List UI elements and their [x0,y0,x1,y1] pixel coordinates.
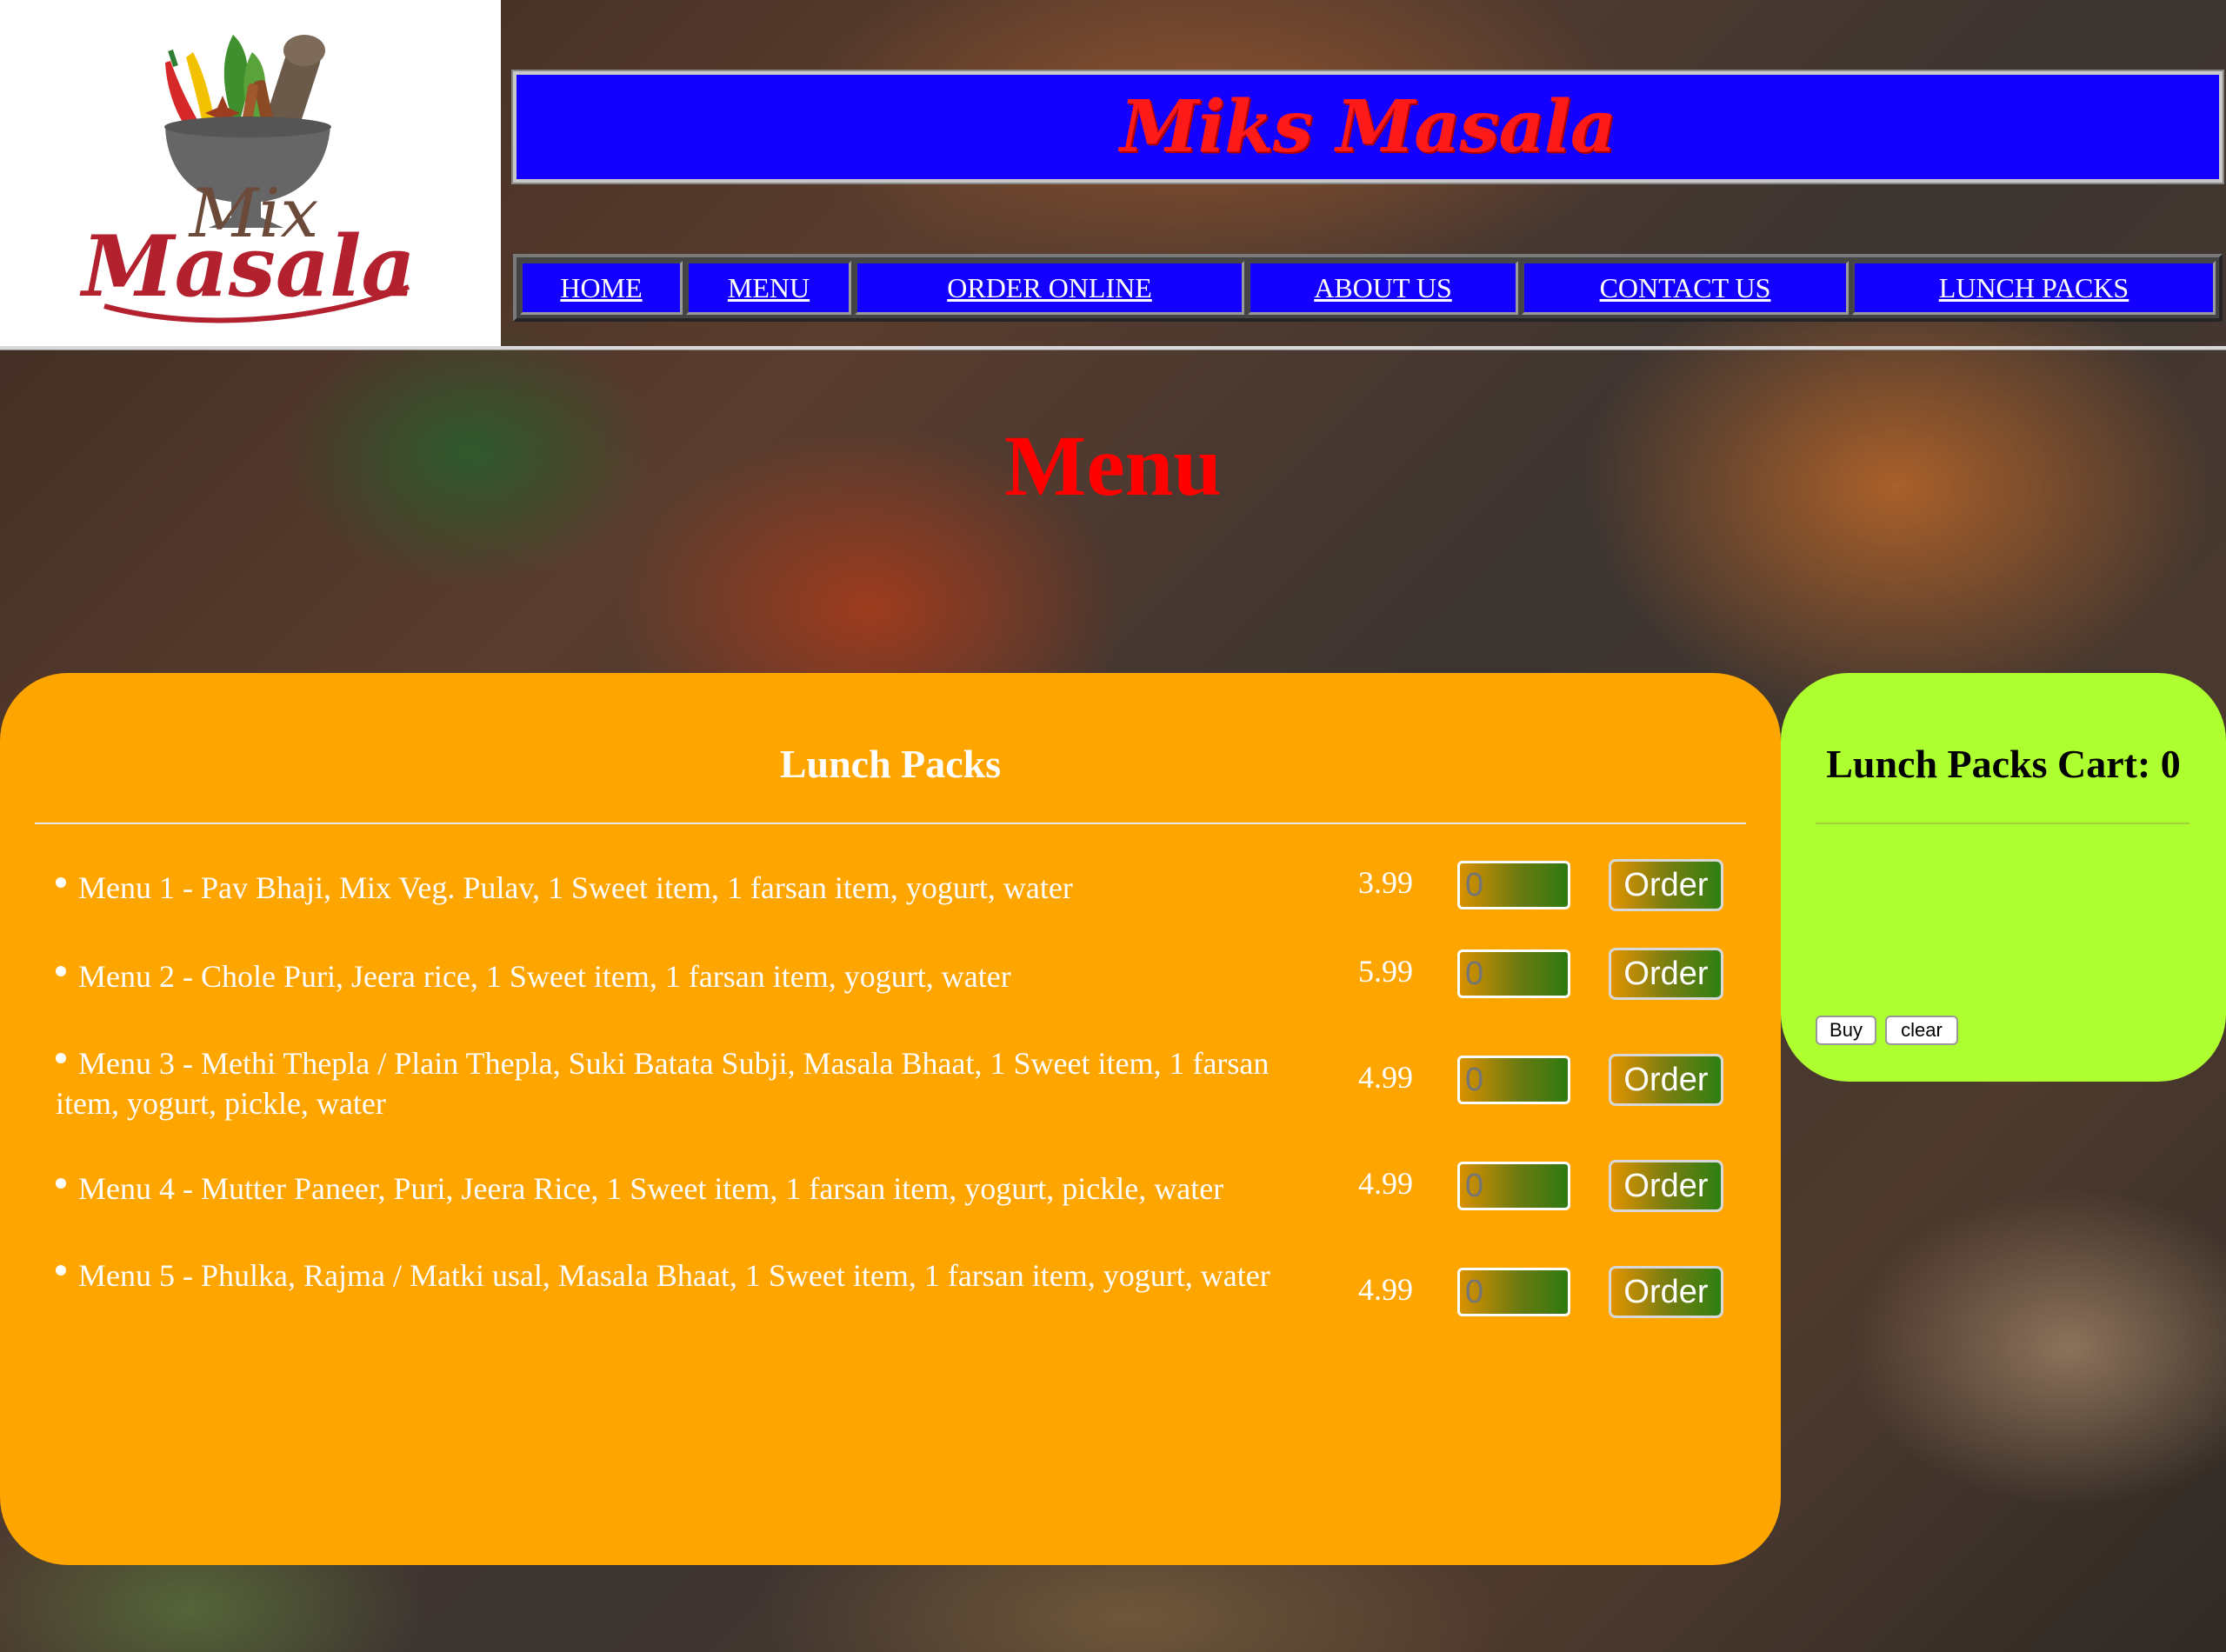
clear-button[interactable]: clear [1885,1016,1958,1045]
menu-item-price: 3.99 [1358,865,1413,900]
quantity-input[interactable] [1457,1268,1570,1316]
bullet-icon [56,966,66,976]
order-button[interactable]: Order [1609,1266,1723,1318]
bullet-icon [56,1053,66,1063]
bullet-icon [56,1178,66,1189]
bullet-icon [56,877,66,888]
quantity-input[interactable] [1457,1056,1570,1104]
nav-order-online-link[interactable]: ORDER ONLINE [855,261,1244,315]
nav-contact-us-link[interactable]: CONTACT US [1522,261,1849,315]
order-button[interactable]: Order [1609,1160,1723,1212]
bullet-icon [56,1265,66,1276]
logo[interactable]: Mix Masala [0,0,501,348]
menu-item-price: 4.99 [1358,1060,1413,1095]
nav-about-us-link[interactable]: ABOUT US [1248,261,1518,315]
buy-button[interactable]: Buy [1816,1016,1876,1045]
quantity-input[interactable] [1457,861,1570,909]
mortar-pestle-logo-icon: Mix Masala [79,35,416,323]
order-button[interactable]: Order [1609,859,1723,911]
header-divider [0,346,2226,350]
cart-divider [1816,823,2189,824]
menu-item-description: Menu 4 - Mutter Paneer, Puri, Jeera Rice… [56,1169,1308,1209]
quantity-input[interactable] [1457,1162,1570,1210]
nav-menu-link[interactable]: MENU [686,261,851,315]
site-title-banner: Miks Masala [511,70,2224,184]
site-title: Miks Masala [1120,85,1616,169]
page-title: Menu [1004,417,1222,514]
menu-item-price: 4.99 [1358,1272,1413,1307]
menu-item-description: Menu 3 - Methi Thepla / Plain Thepla, Su… [56,1046,1270,1121]
main-nav: HOME MENU ORDER ONLINE ABOUT US CONTACT … [513,254,2223,322]
lunch-packs-divider [35,823,1746,824]
menu-item-description: Menu 2 - Chole Puri, Jeera rice, 1 Sweet… [56,956,1308,996]
menu-item-description: Menu 1 - Pav Bhaji, Mix Veg. Pulav, 1 Sw… [56,868,1308,908]
order-button[interactable]: Order [1609,1054,1723,1106]
quantity-input[interactable] [1457,949,1570,998]
order-button[interactable]: Order [1609,948,1723,1000]
nav-home-link[interactable]: HOME [520,261,683,315]
nav-lunch-packs-link[interactable]: LUNCH PACKS [1852,261,2216,315]
menu-item-price: 5.99 [1358,954,1413,989]
menu-item-description: Menu 5 - Phulka, Rajma / Matki usal, Mas… [56,1256,1308,1296]
lunch-packs-heading: Lunch Packs [779,742,1002,786]
menu-item-price: 4.99 [1358,1166,1413,1201]
cart-heading: Lunch Packs Cart: 0 [1826,742,2181,786]
